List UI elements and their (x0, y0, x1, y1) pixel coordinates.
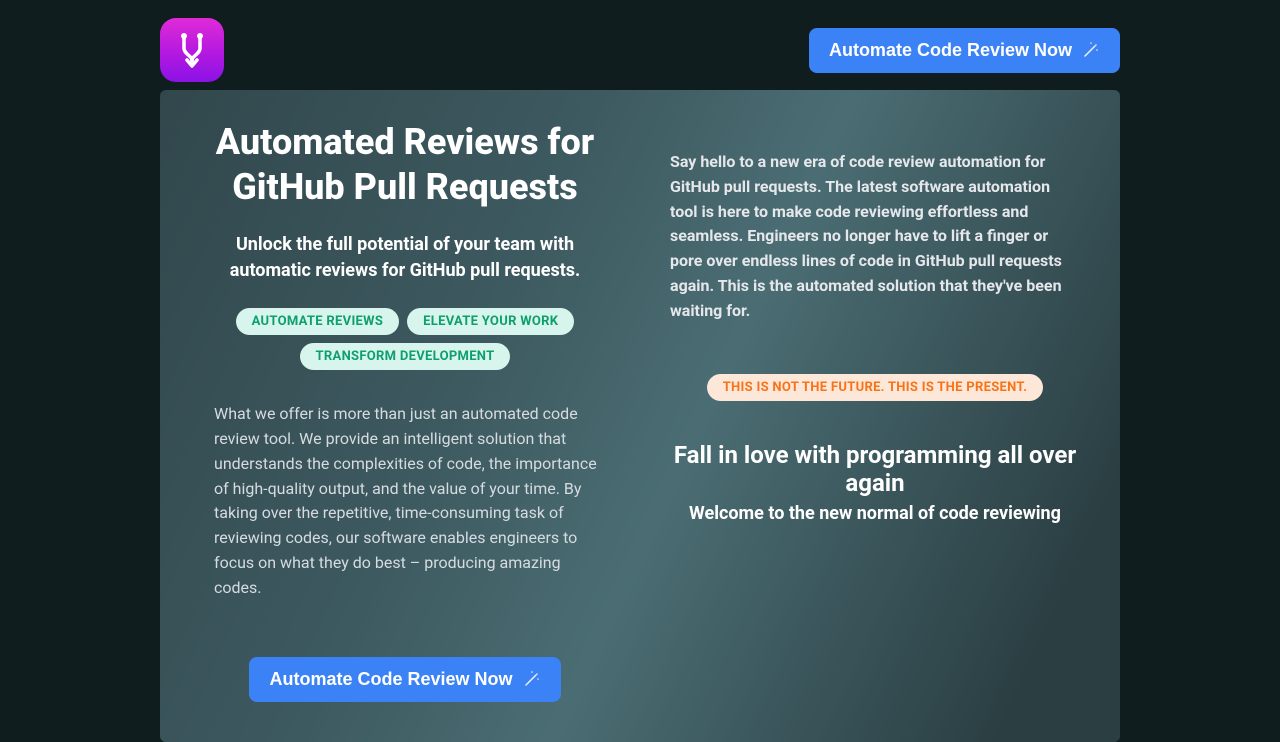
pill-present: THIS IS NOT THE FUTURE. THIS IS THE PRES… (707, 374, 1044, 401)
main-cta-label: Automate Code Review Now (269, 669, 512, 690)
header: Automate Code Review Now (160, 6, 1120, 90)
left-column: Automated Reviews for GitHub Pull Reques… (200, 120, 610, 702)
right-column: Say hello to a new era of code review au… (670, 120, 1080, 702)
merge-down-icon (172, 30, 212, 70)
tagline-secondary: Welcome to the new normal of code review… (670, 503, 1080, 524)
pill-automate: AUTOMATE REVIEWS (236, 308, 400, 335)
content-panel: Automated Reviews for GitHub Pull Reques… (160, 90, 1120, 742)
subheading: Unlock the full potential of your team w… (200, 232, 610, 284)
logo[interactable] (160, 18, 224, 82)
header-cta-button[interactable]: Automate Code Review Now (809, 28, 1120, 73)
body-paragraph: What we offer is more than just an autom… (200, 402, 610, 600)
wand-icon (1082, 41, 1100, 59)
intro-paragraph: Say hello to a new era of code review au… (670, 150, 1080, 324)
page-title: Automated Reviews for GitHub Pull Reques… (200, 120, 610, 210)
pill-elevate: ELEVATE YOUR WORK (407, 308, 574, 335)
tagline-primary: Fall in love with programming all over a… (670, 441, 1080, 497)
pill-row: AUTOMATE REVIEWS ELEVATE YOUR WORK TRANS… (200, 308, 610, 370)
header-cta-label: Automate Code Review Now (829, 40, 1072, 61)
wand-icon (523, 670, 541, 688)
main-cta-button[interactable]: Automate Code Review Now (249, 657, 560, 702)
pill-transform: TRANSFORM DEVELOPMENT (300, 343, 511, 370)
